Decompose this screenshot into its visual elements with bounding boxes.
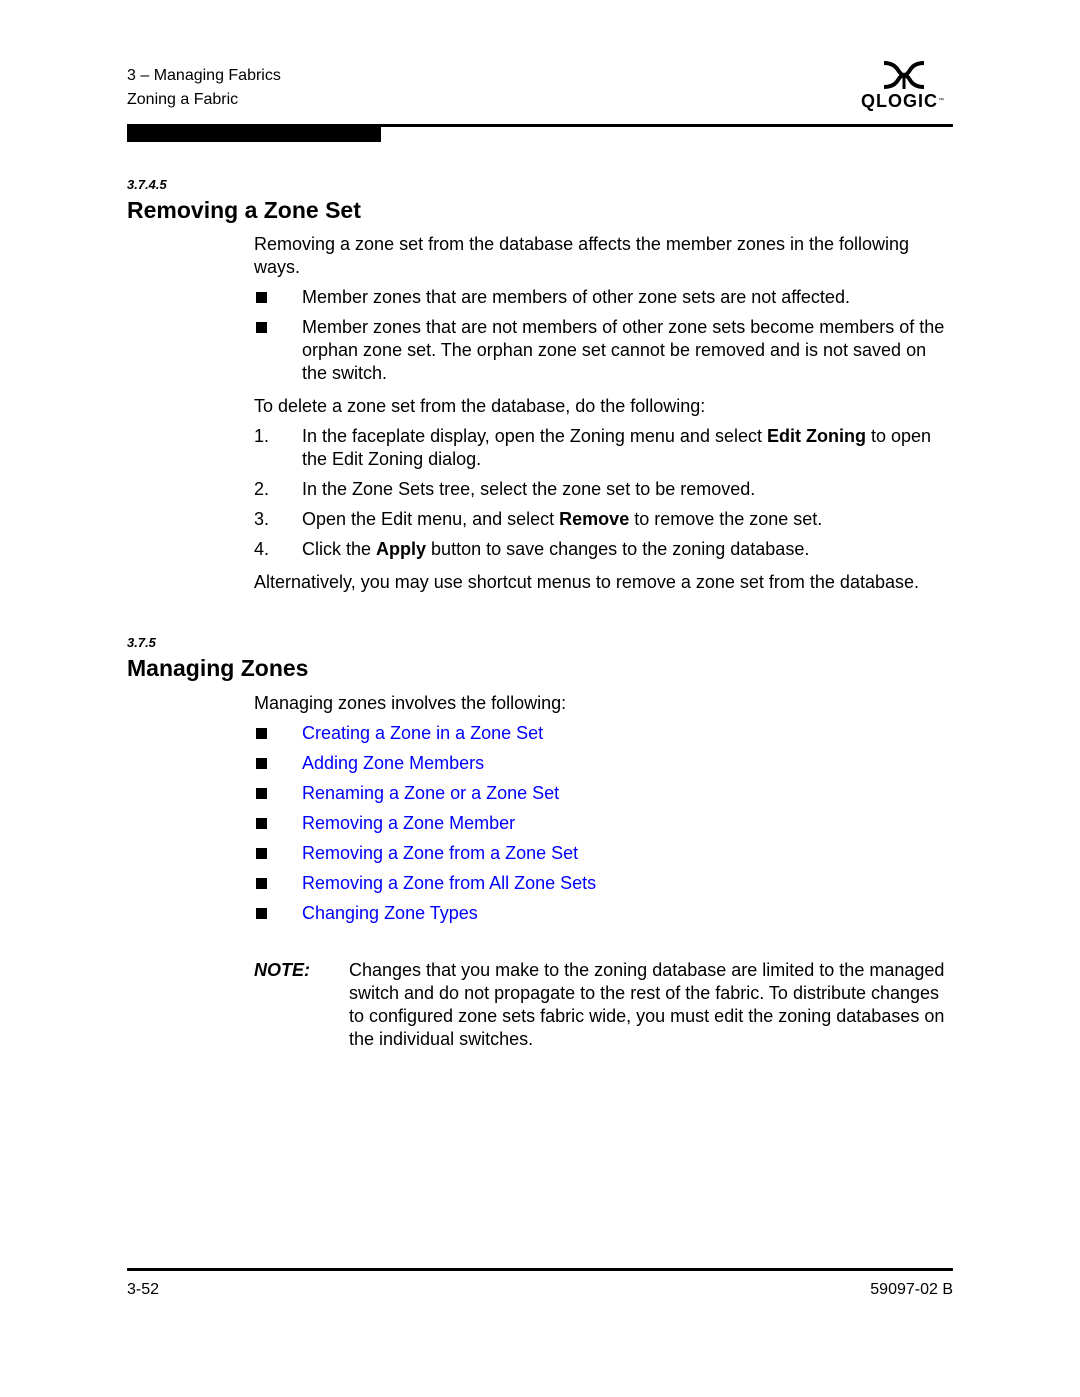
link-removing-zone-member[interactable]: Removing a Zone Member <box>302 812 954 835</box>
link-renaming-zone[interactable]: Renaming a Zone or a Zone Set <box>302 782 954 805</box>
bullet-icon <box>254 872 302 895</box>
bullet-icon <box>254 782 302 805</box>
link-removing-zone-from-all[interactable]: Removing a Zone from All Zone Sets <box>302 872 954 895</box>
link-changing-zone-types[interactable]: Changing Zone Types <box>302 902 954 925</box>
section-title: Removing a Zone Set <box>127 197 361 223</box>
intro-paragraph: Managing zones involves the following: <box>254 693 567 713</box>
page-number: 3-52 <box>127 1281 160 1298</box>
link-removing-zone-from-set[interactable]: Removing a Zone from a Zone Set <box>302 842 954 865</box>
bullet-icon <box>254 316 302 385</box>
list-item: Removing a Zone from All Zone Sets <box>254 872 954 895</box>
list-item: Member zones that are members of other z… <box>254 286 954 309</box>
step-item: 4. Click the Apply button to save change… <box>254 539 810 559</box>
bullet-icon <box>254 902 302 925</box>
qlogic-logo-icon <box>883 61 925 89</box>
step-item: 1. In the faceplate display, open the Zo… <box>254 426 932 469</box>
link-creating-zone[interactable]: Creating a Zone in a Zone Set <box>302 722 954 745</box>
bullet-icon <box>254 752 302 775</box>
section-number: 3.7.4.5 <box>127 177 167 192</box>
document-id: 59097-02 B <box>870 1281 953 1298</box>
step-item: 3. Open the Edit menu, and select Remove… <box>254 509 823 529</box>
section-title: Managing Zones <box>127 655 309 681</box>
intro-paragraph: Removing a zone set from the database af… <box>254 234 910 277</box>
alternative-paragraph: Alternatively, you may use shortcut menu… <box>254 572 919 592</box>
section2-body: Managing zones involves the following: C… <box>254 692 954 932</box>
header-section: Zoning a Fabric <box>127 91 239 108</box>
logo-wordmark: QLOGIC™ <box>861 91 945 111</box>
note-text: Changes that you make to the zoning data… <box>349 960 945 1049</box>
note-label: NOTE: <box>254 960 310 980</box>
header-chapter: 3 – Managing Fabrics <box>127 67 281 84</box>
header-rule-block <box>127 124 381 142</box>
bullet-icon <box>254 842 302 865</box>
bullet-icon <box>254 286 302 309</box>
section1-body: Removing a zone set from the database af… <box>254 233 954 601</box>
list-item: Member zones that are not members of oth… <box>254 316 954 385</box>
list-item: Renaming a Zone or a Zone Set <box>254 782 954 805</box>
list-item: Changing Zone Types <box>254 902 954 925</box>
note-block: NOTE: Changes that you make to the zonin… <box>254 959 954 1051</box>
footer-rule <box>127 1268 953 1271</box>
link-adding-zone-members[interactable]: Adding Zone Members <box>302 752 954 775</box>
list-item: Removing a Zone from a Zone Set <box>254 842 954 865</box>
step-item: 2. In the Zone Sets tree, select the zon… <box>254 479 756 499</box>
section-number: 3.7.5 <box>127 635 156 650</box>
list-item: Removing a Zone Member <box>254 812 954 835</box>
bullet-icon <box>254 812 302 835</box>
list-item: Creating a Zone in a Zone Set <box>254 722 954 745</box>
steps-intro: To delete a zone set from the database, … <box>254 396 706 416</box>
qlogic-logo: QLOGIC™ <box>858 60 953 116</box>
list-item: Adding Zone Members <box>254 752 954 775</box>
bullet-icon <box>254 722 302 745</box>
